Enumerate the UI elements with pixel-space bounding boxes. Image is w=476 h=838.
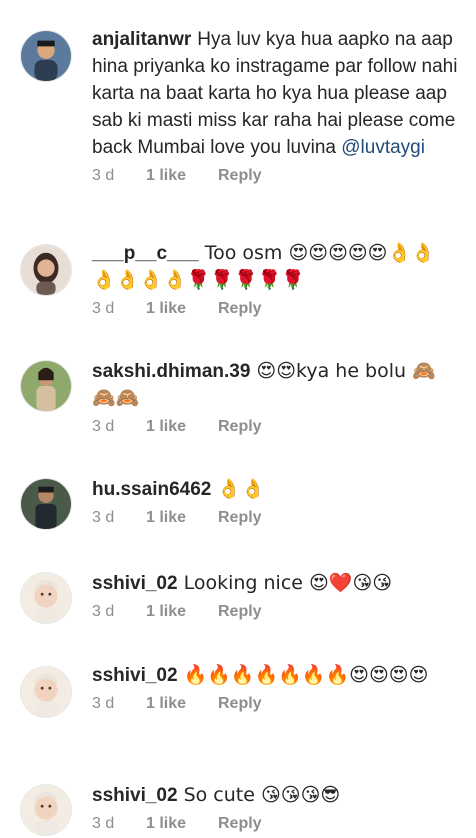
avatar-baby-icon <box>21 667 71 717</box>
comment-mention[interactable]: @luvtaygi <box>341 137 425 158</box>
avatar-baby-icon <box>21 785 71 835</box>
reply-button[interactable]: Reply <box>218 167 262 185</box>
comment-meta: 3 d 1 like Reply <box>92 300 458 318</box>
avatar-girl-icon <box>21 245 71 295</box>
comment-username[interactable]: ___p__c___ <box>92 243 199 264</box>
comment-timestamp: 3 d <box>92 509 115 526</box>
comment-timestamp: 3 d <box>92 603 115 620</box>
comment-meta: 3 d 1 like Reply <box>92 418 458 436</box>
comment-likes[interactable]: 1 like <box>146 509 218 527</box>
comment-likes[interactable]: 1 like <box>146 815 218 833</box>
avatar[interactable] <box>20 572 72 624</box>
comment-username[interactable]: sshivi_02 <box>92 785 178 806</box>
comments-list: anjalitanwr Hya luv kya hua aapko na aap … <box>0 0 476 838</box>
comment-username[interactable]: sshivi_02 <box>92 573 178 594</box>
comment-meta: 3 d 1 like Reply <box>92 167 458 185</box>
comment-meta: 3 d 1 like Reply <box>92 509 458 527</box>
comment-meta: 3 d 1 like Reply <box>92 695 458 713</box>
avatar[interactable] <box>20 478 72 530</box>
avatar[interactable] <box>20 360 72 412</box>
avatar-boy-icon <box>21 31 71 81</box>
comment-username[interactable]: sakshi.dhiman.39 <box>92 361 250 382</box>
avatar-woman-icon <box>21 361 71 411</box>
avatar[interactable] <box>20 666 72 718</box>
avatar-baby-icon <box>21 573 71 623</box>
comment-likes[interactable]: 1 like <box>146 418 218 436</box>
reply-button[interactable]: Reply <box>218 603 262 621</box>
comment-username[interactable]: hu.ssain6462 <box>92 479 211 500</box>
avatar[interactable] <box>20 784 72 836</box>
comment-username[interactable]: anjalitanwr <box>92 29 191 50</box>
reply-button[interactable]: Reply <box>218 300 262 318</box>
comment-meta: 3 d 1 like Reply <box>92 815 458 833</box>
comment-text: So cute 😘😘😘😎 <box>183 784 341 806</box>
comment-text: 🔥🔥🔥🔥🔥🔥🔥😍😍😍😍 <box>183 664 429 686</box>
comment-timestamp: 3 d <box>92 167 115 184</box>
avatar[interactable] <box>20 30 72 82</box>
reply-button[interactable]: Reply <box>218 815 262 833</box>
comment-text: Looking nice 😍❤️😘😘 <box>183 572 393 594</box>
comment-timestamp: 3 d <box>92 815 115 832</box>
comment-likes[interactable]: 1 like <box>146 300 218 318</box>
comment-timestamp: 3 d <box>92 418 115 435</box>
avatar-man-icon <box>21 479 71 529</box>
reply-button[interactable]: Reply <box>218 695 262 713</box>
comment-timestamp: 3 d <box>92 695 115 712</box>
comment-likes[interactable]: 1 like <box>146 603 218 621</box>
comment-username[interactable]: sshivi_02 <box>92 665 178 686</box>
reply-button[interactable]: Reply <box>218 418 262 436</box>
comment-text: 👌👌 <box>217 478 265 500</box>
comment-timestamp: 3 d <box>92 300 115 317</box>
reply-button[interactable]: Reply <box>218 509 262 527</box>
comment-meta: 3 d 1 like Reply <box>92 603 458 621</box>
comment-likes[interactable]: 1 like <box>146 167 218 185</box>
comment-likes[interactable]: 1 like <box>146 695 218 713</box>
avatar[interactable] <box>20 244 72 296</box>
